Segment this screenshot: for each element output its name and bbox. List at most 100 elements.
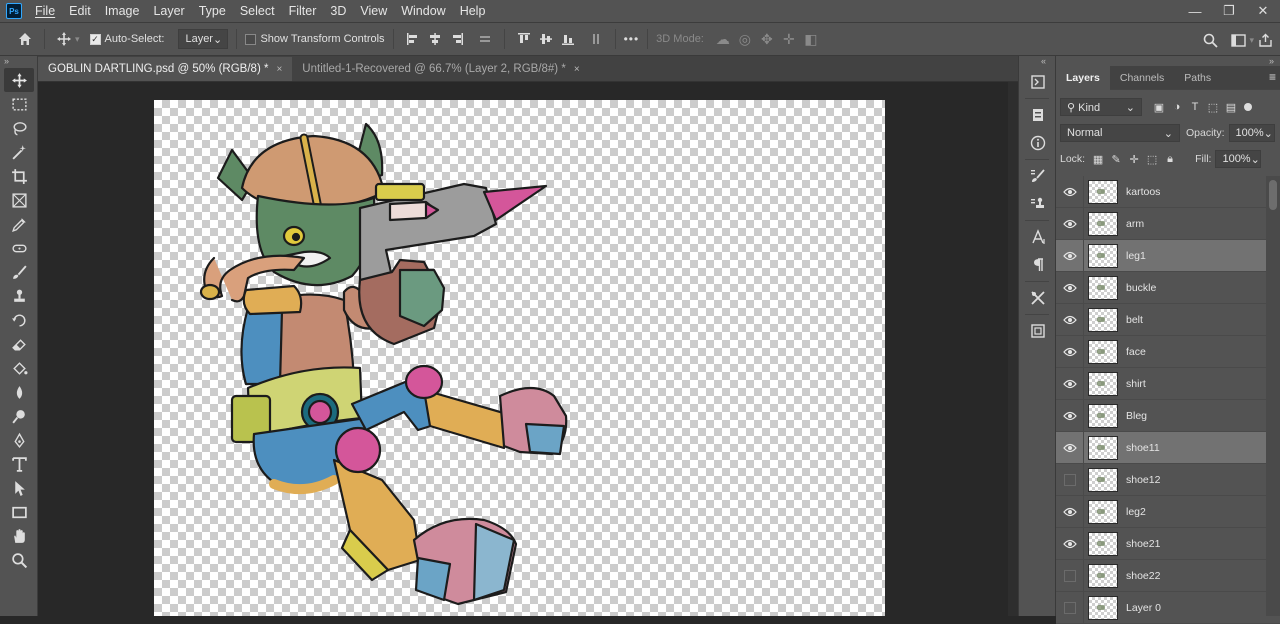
collapse-panel-icon[interactable]: »: [1056, 56, 1280, 66]
visibility-toggle[interactable]: [1056, 559, 1084, 592]
align-right-icon[interactable]: [446, 28, 468, 50]
layer-row[interactable]: shoe22: [1056, 559, 1280, 592]
align-center-icon[interactable]: [424, 28, 446, 50]
spot-healing-tool[interactable]: [4, 236, 34, 260]
align-middle-icon[interactable]: [535, 28, 557, 50]
auto-select-target-dropdown[interactable]: Layer ⌄: [178, 29, 229, 49]
visibility-toggle[interactable]: [1056, 591, 1084, 624]
move-tool-icon[interactable]: [53, 28, 75, 50]
filter-pixel-icon[interactable]: ▣: [1150, 98, 1168, 116]
close-button[interactable]: ✕: [1246, 0, 1280, 22]
crop-tool[interactable]: [4, 164, 34, 188]
magic-wand-tool[interactable]: [4, 140, 34, 164]
filter-toggle-icon[interactable]: [1244, 103, 1252, 111]
visibility-toggle[interactable]: [1056, 463, 1084, 496]
info-panel-icon[interactable]: [1023, 131, 1053, 155]
brush-settings-icon[interactable]: [1023, 164, 1053, 188]
history-panel-icon[interactable]: [1023, 70, 1053, 94]
workspace-icon[interactable]: [1227, 29, 1249, 51]
blend-mode-dropdown[interactable]: Normal ⌄: [1060, 124, 1180, 142]
menu-file[interactable]: File: [28, 0, 62, 22]
menu-image[interactable]: Image: [98, 0, 147, 22]
filter-adjustment-icon[interactable]: ◑: [1168, 98, 1186, 116]
orbit-3d-icon[interactable]: ☁: [712, 28, 734, 50]
menu-select[interactable]: Select: [233, 0, 282, 22]
filter-smart-object-icon[interactable]: ▤: [1222, 98, 1240, 116]
tab-untitled-recovered[interactable]: Untitled-1-Recovered @ 66.7% (Layer 2, R…: [292, 57, 590, 81]
lock-image-icon[interactable]: ✎: [1107, 150, 1125, 168]
layer-row[interactable]: buckle: [1056, 271, 1280, 304]
menu-view[interactable]: View: [353, 0, 394, 22]
layer-row[interactable]: leg1: [1056, 239, 1280, 272]
menu-layer[interactable]: Layer: [146, 0, 191, 22]
eye-icon[interactable]: [1056, 271, 1084, 304]
share-icon[interactable]: [1254, 29, 1276, 51]
layer-row[interactable]: belt: [1056, 303, 1280, 336]
eye-icon[interactable]: [1056, 335, 1084, 368]
libraries-icon[interactable]: [1023, 319, 1053, 343]
layer-row[interactable]: arm: [1056, 207, 1280, 240]
chevron-down-icon[interactable]: ▾: [75, 34, 80, 45]
scale-3d-icon[interactable]: ◧: [800, 28, 822, 50]
lock-all-icon[interactable]: 🔒︎: [1161, 150, 1179, 168]
blur-tool[interactable]: [4, 380, 34, 404]
rectangle-tool[interactable]: [4, 500, 34, 524]
path-selection-tool[interactable]: [4, 476, 34, 500]
opacity-field[interactable]: 100% ⌄: [1228, 124, 1275, 142]
scrollbar-thumb[interactable]: [1269, 180, 1277, 210]
auto-select-checkbox[interactable]: ✓: [89, 33, 101, 45]
tool-presets-icon[interactable]: [1023, 286, 1053, 310]
distribute-vertical-icon[interactable]: [474, 28, 496, 50]
panel-menu-icon[interactable]: ≡: [1269, 70, 1276, 84]
tab-paths[interactable]: Paths: [1174, 66, 1221, 90]
layer-row[interactable]: Bleg: [1056, 399, 1280, 432]
collapse-toolbar-icon[interactable]: »: [0, 56, 37, 68]
zoom-tool[interactable]: [4, 548, 34, 572]
layer-row[interactable]: shoe11: [1056, 431, 1280, 464]
more-options-icon[interactable]: •••: [624, 32, 640, 46]
eye-icon[interactable]: [1056, 527, 1084, 560]
eyedropper-tool[interactable]: [4, 212, 34, 236]
layer-row[interactable]: shirt: [1056, 367, 1280, 400]
filter-kind-dropdown[interactable]: ⚲ Kind ⌄: [1060, 98, 1142, 116]
close-tab-icon[interactable]: ×: [276, 64, 282, 75]
lasso-tool[interactable]: [4, 116, 34, 140]
layer-row[interactable]: Layer 0: [1056, 591, 1280, 624]
clone-source-icon[interactable]: [1023, 192, 1053, 216]
menu-window[interactable]: Window: [394, 0, 452, 22]
align-left-icon[interactable]: [402, 28, 424, 50]
layer-row[interactable]: kartoos: [1056, 175, 1280, 208]
slide-3d-icon[interactable]: ✛: [778, 28, 800, 50]
eye-icon[interactable]: [1056, 303, 1084, 336]
drag-3d-icon[interactable]: ✥: [756, 28, 778, 50]
eye-icon[interactable]: [1056, 367, 1084, 400]
show-transform-checkbox[interactable]: [245, 33, 257, 45]
move-tool[interactable]: [4, 68, 34, 92]
canvas-workspace[interactable]: [38, 82, 1018, 616]
clone-stamp-tool[interactable]: [4, 284, 34, 308]
menu-help[interactable]: Help: [453, 0, 493, 22]
align-bottom-icon[interactable]: [557, 28, 579, 50]
lock-transparent-icon[interactable]: ▦: [1089, 150, 1107, 168]
eye-icon[interactable]: [1056, 175, 1084, 208]
lock-artboard-icon[interactable]: ⬚: [1143, 150, 1161, 168]
character-panel-icon[interactable]: [1023, 225, 1053, 249]
tab-goblin-dartling[interactable]: GOBLIN DARTLING.psd @ 50% (RGB/8) * ×: [38, 57, 293, 81]
eraser-tool[interactable]: [4, 332, 34, 356]
layer-row[interactable]: shoe21: [1056, 527, 1280, 560]
roll-3d-icon[interactable]: ◎: [734, 28, 756, 50]
frame-tool[interactable]: [4, 188, 34, 212]
collapse-strip-icon[interactable]: «: [1019, 56, 1055, 66]
align-top-icon[interactable]: [513, 28, 535, 50]
menu-3d[interactable]: 3D: [323, 0, 353, 22]
marquee-tool[interactable]: [4, 92, 34, 116]
brush-tool[interactable]: [4, 260, 34, 284]
menu-filter[interactable]: Filter: [282, 0, 324, 22]
history-brush-tool[interactable]: [4, 308, 34, 332]
layer-row[interactable]: leg2: [1056, 495, 1280, 528]
close-tab-icon[interactable]: ×: [574, 64, 580, 75]
pen-tool[interactable]: [4, 428, 34, 452]
layers-scrollbar[interactable]: [1266, 176, 1280, 616]
filter-type-icon[interactable]: T: [1186, 98, 1204, 116]
tab-layers[interactable]: Layers: [1056, 65, 1110, 90]
